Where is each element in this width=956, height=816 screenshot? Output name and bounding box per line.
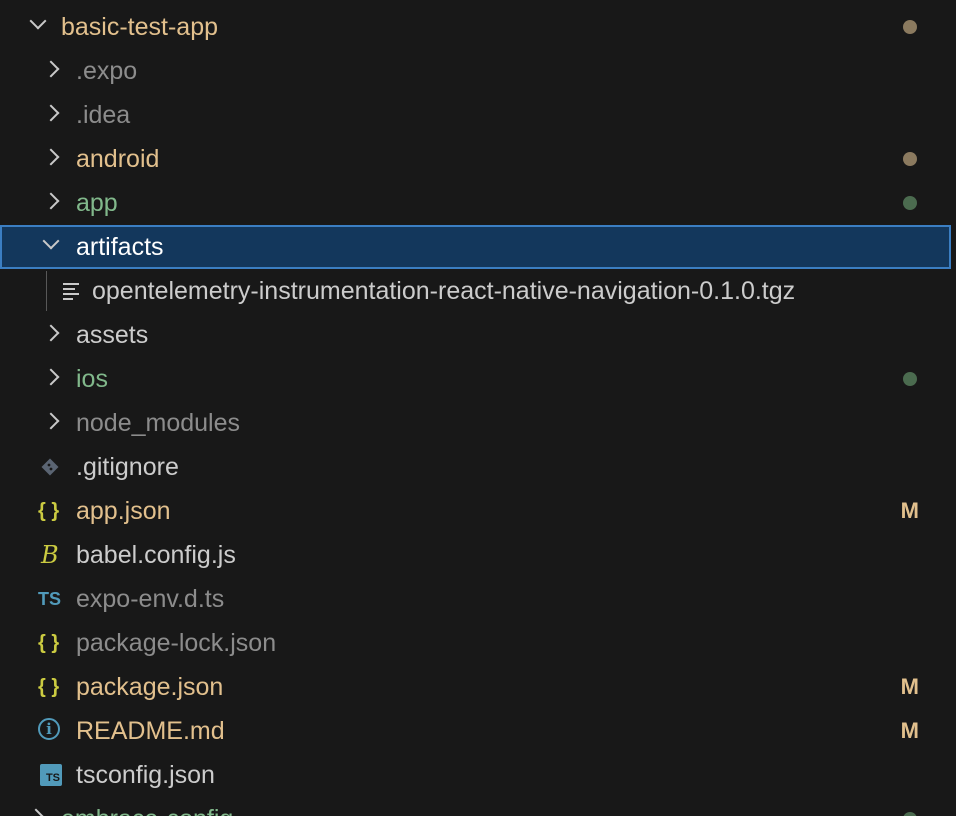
folder-label: ios: [76, 365, 108, 393]
file-label: package.json: [76, 673, 224, 701]
folder-label: .idea: [76, 101, 131, 129]
chevron-right-icon: [42, 368, 60, 386]
file-label: package-lock.json: [76, 629, 277, 657]
folder-assets[interactable]: assets: [0, 313, 956, 357]
folder-basic-test-app[interactable]: basic-test-app: [0, 5, 956, 49]
git-untracked-dot: [903, 196, 917, 210]
chevron-down-icon: [29, 12, 47, 30]
folder-label: embrace-config: [61, 797, 233, 816]
folder-node-modules[interactable]: node_modules: [0, 401, 956, 445]
folder-ios[interactable]: ios: [0, 357, 956, 401]
chevron-right-icon: [42, 104, 60, 122]
chevron-right-icon: [42, 412, 60, 430]
file-label: expo-env.d.ts: [76, 585, 225, 613]
folder-label: .expo: [76, 57, 138, 85]
file-tsconfig[interactable]: TS tsconfig.json: [0, 753, 956, 797]
lines-icon: [63, 283, 79, 300]
info-icon: i: [38, 718, 60, 740]
folder-android[interactable]: android: [0, 137, 956, 181]
json-braces-icon: { }: [38, 676, 60, 698]
file-babel-config[interactable]: B babel.config.js: [0, 533, 956, 577]
file-label: README.md: [76, 717, 225, 745]
git-modified-dot: [903, 152, 917, 166]
file-explorer-tree: basic-test-app .expo .idea android app a…: [0, 0, 956, 816]
folder-label: node_modules: [76, 409, 241, 437]
babel-icon: B: [41, 541, 59, 569]
file-tgz[interactable]: opentelemetry-instrumentation-react-nati…: [0, 269, 956, 313]
file-label: tsconfig.json: [76, 761, 215, 789]
folder-label: basic-test-app: [61, 13, 219, 41]
git-modified-dot: [903, 20, 917, 34]
folder-artifacts[interactable]: artifacts: [0, 225, 951, 269]
folder-embrace-config[interactable]: embrace-config: [0, 797, 956, 816]
json-braces-icon: { }: [38, 500, 60, 522]
file-readme[interactable]: i README.md M: [0, 709, 956, 753]
tsconfig-icon: TS: [40, 764, 62, 786]
file-package-lock[interactable]: { } package-lock.json: [0, 621, 956, 665]
folder-label: android: [76, 145, 160, 173]
file-label: babel.config.js: [76, 541, 236, 569]
file-label: .gitignore: [76, 453, 179, 481]
folder-label: assets: [76, 321, 149, 349]
git-icon: [41, 458, 59, 476]
chevron-right-icon: [42, 324, 60, 342]
git-modified-badge: M: [900, 674, 919, 699]
ts-icon: TS: [38, 589, 62, 609]
git-modified-badge: M: [900, 718, 919, 743]
file-gitignore[interactable]: .gitignore: [0, 445, 956, 489]
git-untracked-dot: [903, 812, 917, 816]
git-untracked-dot: [903, 372, 917, 386]
file-app-json[interactable]: { } app.json M: [0, 489, 956, 533]
file-package-json[interactable]: { } package.json M: [0, 665, 956, 709]
chevron-right-icon: [42, 192, 60, 210]
json-braces-icon: { }: [38, 632, 60, 654]
folder-idea[interactable]: .idea: [0, 93, 956, 137]
git-modified-badge: M: [900, 498, 919, 523]
indent-guide: [46, 271, 47, 311]
folder-app[interactable]: app: [0, 181, 956, 225]
folder-expo[interactable]: .expo: [0, 49, 956, 93]
file-label: app.json: [76, 497, 171, 525]
file-expo-env[interactable]: TS expo-env.d.ts: [0, 577, 956, 621]
chevron-down-icon: [42, 232, 60, 250]
file-label: opentelemetry-instrumentation-react-nati…: [92, 277, 796, 305]
chevron-right-icon: [27, 808, 45, 816]
chevron-right-icon: [42, 148, 60, 166]
chevron-right-icon: [42, 60, 60, 78]
folder-label: app: [76, 189, 118, 217]
folder-label: artifacts: [76, 233, 164, 261]
